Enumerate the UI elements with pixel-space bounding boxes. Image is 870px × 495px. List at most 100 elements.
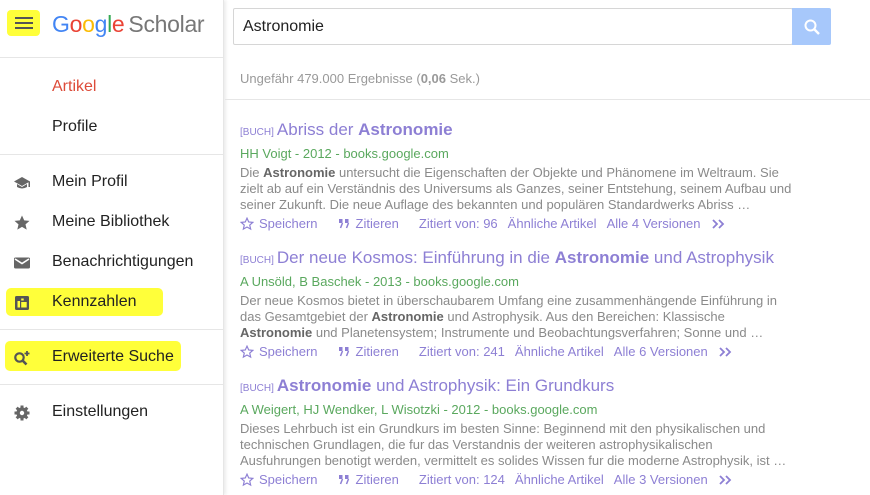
divider (0, 329, 223, 330)
double-chevron-right-icon (719, 347, 732, 357)
save-label: Speichern (259, 472, 318, 487)
cited-by-link[interactable]: Zitiert von: 124 (419, 472, 505, 488)
graduation-cap-icon (14, 177, 30, 189)
cite-label: Zitieren (355, 216, 399, 231)
result-actions: Speichern Zitieren Zitiert von: 241 Ähnl… (240, 344, 840, 360)
sidebar-nav: Artikel Profile (0, 67, 223, 147)
search-input[interactable] (234, 9, 793, 44)
save-label: Speichern (259, 216, 318, 231)
result-meta: A Unsöld, B Baschek - 2013 - books.googl… (240, 274, 519, 289)
result-title-text: und Astrophysik: Ein Grundkurs (371, 376, 615, 395)
nav-item-mein-profil[interactable]: Mein Profil (0, 162, 223, 202)
result-count-time: 0,06 (420, 71, 446, 86)
advanced-search-icon (14, 351, 30, 366)
result-title-text: Abriss der (276, 120, 359, 139)
cite-label: Zitieren (355, 472, 399, 487)
sidebar-nav-user: Mein Profil Meine Bibliothek Benachricht… (0, 162, 223, 322)
cite-label: Zitieren (355, 344, 399, 359)
result-title-text: und Astrophysik (649, 248, 774, 267)
snippet-keyword: Astronomie (263, 165, 336, 180)
result-title[interactable]: [BUCH] Abriss der Astronomie (240, 120, 800, 143)
envelope-icon (14, 257, 30, 269)
save-button[interactable]: Speichern (240, 216, 328, 232)
nav-item-erweiterte-suche[interactable]: Erweiterte Suche (0, 337, 223, 377)
divider (0, 384, 223, 385)
snippet-text: und Astrophysik. Aus den Bereichen: Klas… (443, 309, 725, 324)
related-articles-link[interactable]: Ähnliche Artikel (508, 216, 597, 232)
nav-item-label: Profile (52, 118, 98, 135)
result-title-keyword: Astronomie (358, 120, 453, 139)
star-outline-icon (240, 473, 254, 487)
nav-item-label: Kennzahlen (52, 293, 137, 310)
save-button[interactable]: Speichern (240, 472, 328, 488)
result-type-tag: [BUCH] (240, 127, 274, 138)
cite-button[interactable]: Zitieren (338, 216, 409, 232)
snippet-text: und Planetensystem; Instrumente und Beob… (312, 325, 764, 340)
divider (0, 154, 223, 155)
search-result: [BUCH] Astronomie und Astrophysik: Ein Gr… (240, 376, 800, 488)
divider (225, 99, 870, 100)
all-versions-link[interactable]: Alle 4 Versionen (607, 216, 701, 232)
nav-item-einstellungen[interactable]: Einstellungen (0, 392, 223, 432)
result-type-tag: [BUCH] (240, 383, 274, 394)
all-versions-link[interactable]: Alle 6 Versionen (614, 344, 708, 360)
menu-button[interactable] (7, 10, 40, 36)
result-title[interactable]: [BUCH] Der neue Kosmos: Einführung in die… (240, 248, 840, 271)
sidebar-nav-tools: Erweiterte Suche (0, 337, 223, 377)
sidebar-header: Google Scholar (0, 0, 223, 58)
result-title-text: Der neue Kosmos: Einführung in die (276, 248, 555, 267)
result-snippet: Der neue Kosmos bietet in überschaubarem… (240, 293, 780, 341)
google-scholar-logo[interactable]: Google Scholar (52, 11, 205, 38)
nav-item-label: Artikel (52, 78, 97, 95)
result-count-prefix: Ungefähr 479.000 Ergebnisse ( (240, 71, 421, 86)
more-button[interactable] (711, 218, 727, 230)
related-articles-link[interactable]: Ähnliche Artikel (515, 344, 604, 360)
quote-icon (338, 475, 349, 485)
nav-item-benachrichtigungen[interactable]: Benachrichtigungen (0, 242, 223, 282)
sidebar-nav-settings: Einstellungen (0, 392, 223, 432)
related-articles-link[interactable]: Ähnliche Artikel (515, 472, 604, 488)
cited-by-link[interactable]: Zitiert von: 241 (419, 344, 505, 360)
snippet-keyword: Astronomie (240, 325, 313, 340)
result-actions: Speichern Zitieren Zitiert von: 124 Ähnl… (240, 472, 800, 488)
nav-item-artikel[interactable]: Artikel (0, 67, 223, 107)
result-type-tag: [BUCH] (240, 255, 274, 266)
more-button[interactable] (718, 346, 734, 358)
result-snippet: Dieses Lehrbuch ist ein Grundkurs im bes… (240, 421, 790, 469)
cite-button[interactable]: Zitieren (338, 344, 409, 360)
metrics-chart-icon (15, 296, 29, 310)
result-actions: Speichern Zitieren Zitiert von: 96 Ähnli… (240, 216, 800, 232)
nav-item-label: Mein Profil (52, 173, 128, 190)
nav-item-profile[interactable]: Profile (0, 107, 223, 147)
nav-item-label: Erweiterte Suche (52, 348, 174, 365)
result-count-suffix: Sek.) (446, 71, 480, 86)
nav-item-label: Benachrichtigungen (52, 253, 194, 270)
search-icon (804, 19, 820, 35)
result-title[interactable]: [BUCH] Astronomie und Astrophysik: Ein Gr… (240, 376, 800, 399)
star-icon (14, 215, 30, 230)
snippet-text: Dieses Lehrbuch ist ein Grundkurs im bes… (240, 421, 787, 468)
star-outline-icon (240, 345, 254, 359)
cited-by-link[interactable]: Zitiert von: 96 (419, 216, 498, 232)
snippet-text: Die (240, 165, 264, 180)
result-count: Ungefähr 479.000 Ergebnisse (0,06 Sek.) (240, 71, 480, 86)
all-versions-link[interactable]: Alle 3 Versionen (614, 472, 708, 488)
snippet-keyword: Astronomie (371, 309, 444, 324)
result-title-keyword: Astronomie (554, 248, 650, 267)
nav-item-meine-bibliothek[interactable]: Meine Bibliothek (0, 202, 223, 242)
nav-item-label: Meine Bibliothek (52, 213, 170, 230)
search-result: [BUCH] Der neue Kosmos: Einführung in die… (240, 248, 840, 360)
cite-button[interactable]: Zitieren (338, 472, 409, 488)
main-content: Ungefähr 479.000 Ergebnisse (0,06 Sek.) … (225, 0, 870, 495)
gear-icon (14, 405, 30, 421)
search-button[interactable] (792, 8, 831, 45)
more-button[interactable] (718, 474, 734, 486)
star-outline-icon (240, 217, 254, 231)
nav-item-label: Einstellungen (52, 403, 149, 420)
nav-item-kennzahlen[interactable]: Kennzahlen (0, 282, 223, 322)
save-button[interactable]: Speichern (240, 344, 328, 360)
quote-icon (338, 347, 349, 357)
result-meta: HH Voigt - 2012 - books.google.com (240, 146, 449, 161)
double-chevron-right-icon (719, 475, 732, 485)
result-title-keyword: Astronomie (276, 376, 372, 395)
